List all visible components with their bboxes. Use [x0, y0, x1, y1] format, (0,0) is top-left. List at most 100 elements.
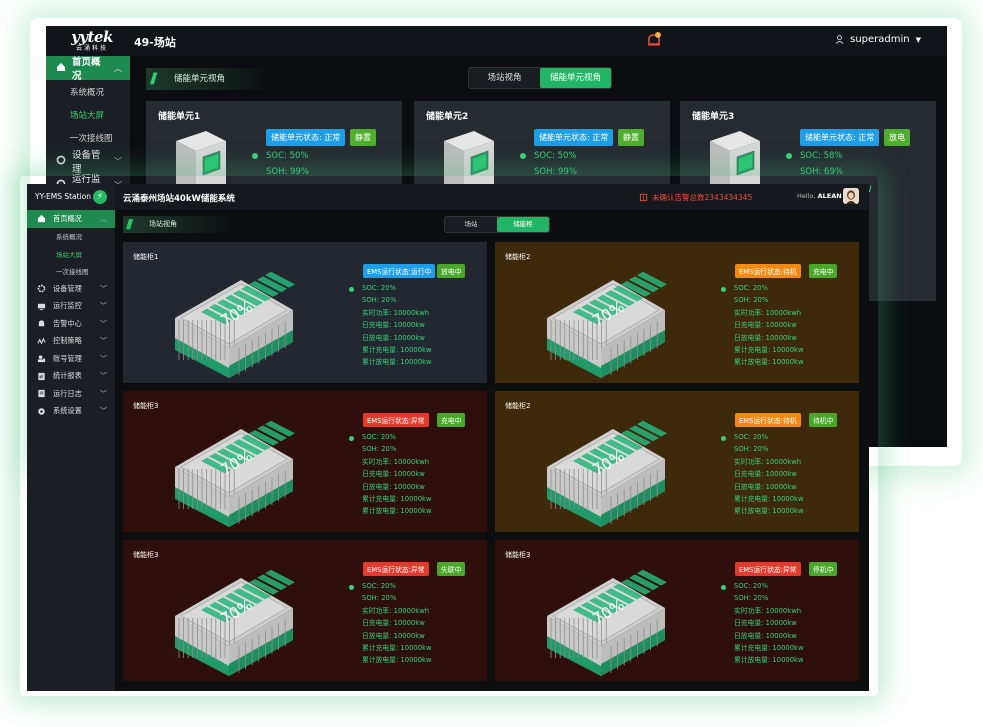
view-toggle: 场站 储能柜 [444, 216, 550, 233]
unit-soc: SOC: 50% [534, 151, 577, 161]
front-sidebar-item[interactable]: 运行日志 ﹀ [27, 385, 115, 403]
brand-logo: yytek 云涌科技 [68, 29, 116, 53]
front-sidebar-item[interactable]: 首页概况 ︿ [27, 210, 115, 228]
cabinet-total-charge: 累计充电量: 10000kw [734, 644, 804, 653]
chevron-down-icon: ﹀ [100, 354, 107, 363]
front-sidebar-item[interactable]: 系统概况 [27, 228, 115, 246]
front-sidebar-label: 运行日志 [53, 388, 82, 398]
cabinet-total-discharge: 累计放电量: 10000kw [734, 507, 804, 516]
container-illustration: 70% [171, 409, 295, 527]
cabinet-day-discharge: 日放电量: 10000kw [734, 333, 797, 342]
ems-status-badge: EMS运行状态:异常 [735, 562, 801, 576]
section-title: ///场站视角 [123, 216, 235, 233]
alarm-notice[interactable]: 未确认告警总数2343434345 [639, 192, 752, 203]
unit-status-badge: 储能单元状态: 正常 [266, 129, 346, 146]
ems-status-badge: EMS运行状态:待机 [735, 264, 801, 278]
cabinet-name: 储能柜2 [505, 402, 531, 410]
cabinet-card[interactable]: 储能柜1 70% EMS运行状态:运行中 放电中 SOC: 20% SOH: 20% 实时功… [123, 242, 487, 383]
run-state-badge: 失联中 [437, 562, 466, 576]
cabinet-card[interactable]: 储能柜3 70% EMS运行状态:异常 失联中 SOC: 20% SOH: 20% 实时功率… [123, 540, 487, 681]
front-sidebar-item[interactable]: 账号管理 ﹀ [27, 350, 115, 368]
front-sidebar-item[interactable]: 设备管理 ﹀ [27, 280, 115, 298]
brand-text: YY-EMS Station [35, 192, 91, 201]
cabinet-card[interactable]: 储能柜3 70% EMS运行状态:异常 充电中 SOC: 20% SOH: 20% 实时功率… [123, 391, 487, 532]
logo-subtext: 云涌科技 [75, 45, 108, 52]
ems-status-badge: EMS运行状态:异常 [363, 562, 429, 576]
unit-action-badge: 静置 [618, 129, 644, 146]
cabinet-metrics: SOC: 20% SOH: 20% 实时功率: 10000kwh 日充电量: 1000… [734, 282, 804, 369]
cabinet-soh: SOH: 20% [362, 296, 397, 305]
front-sidebar-item[interactable]: 系统设置 ﹀ [27, 403, 115, 421]
front-sidebar-item[interactable]: 统计报表 ﹀ [27, 368, 115, 386]
front-sidebar-label: 场站大屏 [56, 250, 82, 259]
tab-unit-view[interactable]: 储能单元视角 [540, 68, 611, 88]
tab-station[interactable]: 场站 [445, 217, 497, 232]
unit-soc: SOC: 50% [266, 151, 309, 161]
back-sidebar-item[interactable]: 设备管理 ﹀ [46, 149, 130, 175]
alert-bell-icon[interactable]: 1 [647, 32, 661, 48]
section-title-text: 储能单元视角 [174, 74, 226, 84]
cabinet-day-charge: 日充电量: 10000kw [734, 470, 797, 479]
container-illustration: 70% [543, 409, 667, 527]
front-sidebar-item[interactable]: 控制策略 ﹀ [27, 333, 115, 351]
back-sidebar-item[interactable]: 一次接线图 [46, 126, 130, 149]
run-state-badge: 充电中 [437, 413, 466, 427]
front-sidebar-item[interactable]: 运行监控 ﹀ [27, 298, 115, 316]
back-sidebar-label: 系统概况 [70, 87, 105, 98]
avatar[interactable] [843, 188, 859, 204]
ems-status-badge: EMS运行状态:运行中 [363, 264, 436, 278]
container-illustration: 70% [543, 260, 667, 378]
back-sidebar-item[interactable]: 首页概况 ︿ [46, 56, 130, 82]
view-toggle: 场站视角 储能单元视角 [468, 67, 612, 89]
logo-text: yytek [71, 28, 113, 46]
section-title-text: 场站视角 [149, 220, 177, 228]
front-sidebar-item[interactable]: 场站大屏 [27, 245, 115, 263]
cabinet-total-discharge: 累计放电量: 10000kw [734, 656, 804, 665]
back-sidebar-label: 一次接线图 [70, 133, 113, 144]
cabinet-metrics: SOC: 20% SOH: 20% 实时功率: 10000kwh 日充电量: 1000… [362, 580, 432, 667]
unit-name: 储能单元3 [692, 112, 735, 122]
strategy-icon [37, 337, 46, 346]
cabinet-total-charge: 累计充电量: 10000kw [362, 644, 432, 653]
chevron-down-icon: ▼ [915, 35, 921, 44]
section-title: ///储能单元视角 [146, 68, 276, 90]
user-menu[interactable]: superadmin ▼ [835, 34, 921, 45]
back-sidebar-item[interactable]: 系统概况 [46, 80, 130, 103]
chevron-up-icon: ︿ [114, 63, 122, 73]
ems-status-badge: EMS运行状态:待机 [735, 413, 801, 427]
cabinet-card[interactable]: 储能柜3 70% EMS运行状态:异常 停机中 SOC: 20% SOH: 20% 实时功率… [495, 540, 859, 681]
gear-icon [56, 155, 66, 168]
status-dot [349, 585, 354, 590]
log-icon [37, 389, 46, 398]
cabinet-card[interactable]: 储能柜2 70% EMS运行状态:待机 待机中 SOC: 20% SOH: 20% 实时功率… [495, 391, 859, 532]
cabinet-soc: SOC: 20% [734, 284, 768, 292]
cabinet-card[interactable]: 储能柜2 70% EMS运行状态:待机 充电中 SOC: 20% SOH: 20% 实时功率… [495, 242, 859, 383]
front-sidebar-label: 告警中心 [53, 318, 82, 328]
front-sidebar-label: 账号管理 [53, 353, 82, 363]
run-state-badge: 待机中 [809, 413, 838, 427]
front-sidebar-item[interactable]: 一次接线图 [27, 263, 115, 281]
back-sidebar-item[interactable]: 场站大屏 [46, 103, 130, 126]
cabinet-soh: SOH: 20% [734, 296, 769, 305]
cabinet-power: 实时功率: 10000kwh [362, 457, 430, 466]
status-dot [520, 153, 526, 159]
tab-station-view[interactable]: 场站视角 [469, 68, 540, 88]
front-topbar: YY-EMS Station ⚡ 云涌泰州场站40kW储能系统 未确认告警总数2… [27, 184, 869, 210]
chevron-down-icon: ﹀ [100, 407, 107, 416]
cabinet-total-discharge: 累计放电量: 10000kw [362, 656, 432, 665]
alert-count: 1 [657, 33, 660, 39]
cabinet-name: 储能柜2 [505, 253, 531, 261]
status-dot [786, 153, 792, 159]
cabinet-total-charge: 累计充电量: 10000kw [362, 346, 432, 355]
station-title: 49-场站 [134, 36, 176, 49]
greeting-prefix: Hello, [797, 192, 816, 200]
container-illustration: 70% [171, 558, 295, 676]
tab-cabinet[interactable]: 储能柜 [497, 217, 549, 232]
cabinet-total-charge: 累计充电量: 10000kw [734, 495, 804, 504]
ems-status-badge: EMS运行状态:异常 [363, 413, 429, 427]
front-sidebar-item[interactable]: 告警中心 ﹀ [27, 315, 115, 333]
unit-status-badge: 储能单元状态: 正常 [800, 129, 880, 146]
front-sidebar-label: 控制策略 [53, 336, 82, 346]
status-dot [721, 585, 726, 590]
chevron-down-icon: ﹀ [100, 389, 107, 398]
